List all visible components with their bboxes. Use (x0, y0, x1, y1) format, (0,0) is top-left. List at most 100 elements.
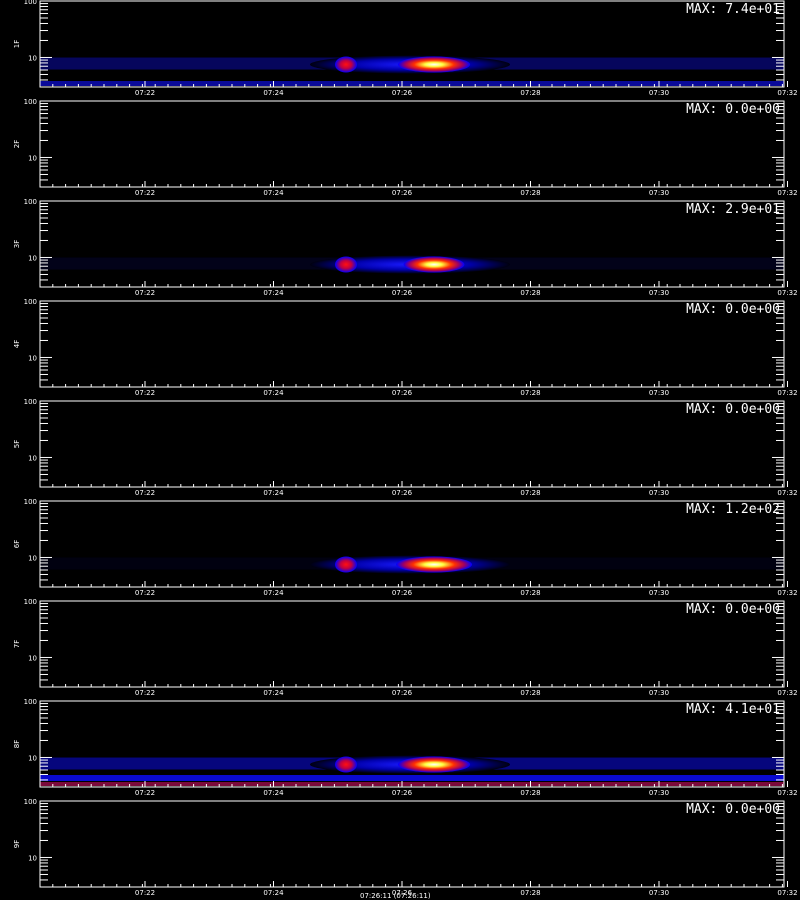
x-tick-label: 07:32 (777, 889, 797, 897)
y-tick-label: 10 (28, 854, 37, 862)
x-tick-label: 07:32 (777, 289, 797, 297)
x-tick-label: 07:32 (777, 189, 797, 197)
main-burst (397, 56, 471, 73)
max-label: MAX: 2.9e+01 (686, 202, 780, 217)
x-tick-label: 07:30 (649, 89, 669, 97)
low-band (40, 775, 784, 781)
x-tick-label: 07:32 (777, 689, 797, 697)
x-tick-label: 07:26 (392, 789, 413, 797)
panel-frame (39, 0, 785, 88)
y-tick-label: 10 (28, 754, 37, 762)
floor-band (40, 782, 784, 786)
x-tick-label: 07:22 (135, 89, 155, 97)
x-tick-label: 07:28 (520, 489, 540, 497)
y-tick-label: 10 (28, 54, 37, 62)
x-tick-label: 07:30 (649, 189, 669, 197)
x-tick-label: 07:24 (263, 89, 284, 97)
spectrogram-stack: 100 10 1F 07:22 07:24 07:26 07:28 07:30 07:32 MAX… (0, 0, 800, 900)
y-tick-label: 100 (24, 298, 37, 306)
panel-frame (39, 500, 785, 588)
x-tick-label: 07:24 (263, 889, 284, 897)
x-tick-label: 07:24 (263, 589, 284, 597)
x-tick-label: 07:26 (392, 389, 413, 397)
max-label: MAX: 0.0e+00 (686, 602, 780, 617)
y-tick-label: 100 (24, 598, 37, 606)
panel-frame (39, 400, 785, 488)
panel-ylabel: 5F (13, 440, 21, 448)
x-tick-label: 07:30 (649, 889, 669, 897)
y-tick-label: 100 (24, 698, 37, 706)
panel-ylabel: 7F (13, 640, 21, 648)
main-burst (397, 756, 471, 773)
y-tick-label: 10 (28, 554, 37, 562)
x-tick-label: 07:30 (649, 289, 669, 297)
panel-7F: 100 10 7F 07:22 07:24 07:26 07:28 07:30 07:32 MAX… (13, 598, 798, 697)
panel-frame (39, 600, 785, 688)
panel-9F: 100109F07:22 07:24 07:26 07:28 07:30 07:32MAX… (13, 798, 798, 897)
x-tick-label: 07:24 (263, 489, 284, 497)
max-label: MAX: 7.4e+01 (686, 2, 780, 17)
x-tick-label: 07:30 (649, 489, 669, 497)
y-tick-label: 100 (24, 498, 37, 506)
y-tick-label: 10 (28, 154, 37, 162)
max-label: MAX: 0.0e+00 (686, 102, 780, 117)
x-tick-label: 07:30 (649, 389, 669, 397)
y-tick-label: 100 (24, 198, 37, 206)
x-tick-label: 07:22 (135, 389, 155, 397)
x-tick-label: 07:22 (135, 489, 155, 497)
max-label: MAX: 1.2e+02 (686, 502, 780, 517)
minor-burst (335, 556, 357, 573)
y-tick-label: 100 (24, 398, 37, 406)
x-tick-label: 07:32 (777, 389, 797, 397)
x-tick-label: 07:22 (135, 189, 155, 197)
x-tick-label: 07:22 (135, 889, 155, 897)
y-tick-label: 10 (28, 354, 37, 362)
y-tick-label: 100 (24, 798, 37, 806)
x-tick-label: 07:22 (135, 289, 155, 297)
x-tick-label: 07:32 (777, 489, 797, 497)
panel-8F: 100 10 8F 07:22 07:24 07:26 07:28 07:30 07:32 MAX… (13, 698, 798, 797)
x-tick-label: 07:22 (135, 689, 155, 697)
x-tick-label: 07:24 (263, 389, 284, 397)
x-tick-label: 07:28 (520, 689, 540, 697)
x-tick-label: 07:30 (649, 689, 669, 697)
panel-frame (39, 700, 785, 788)
main-burst (396, 556, 472, 573)
x-tick-label: 07:28 (520, 889, 540, 897)
panel-2F: 100 10 2F 07:22 07:24 07:26 07:28 07:30 07:32 MAX… (13, 98, 798, 197)
bottom-caption: 07:26:11 (07:26:11) (360, 892, 431, 900)
x-tick-label: 07:26 (392, 589, 413, 597)
max-label: MAX: 0.0e+00 (686, 802, 780, 817)
panel-ylabel: 2F (13, 140, 21, 148)
x-tick-label: 07:32 (777, 789, 797, 797)
y-tick-label: 10 (28, 454, 37, 462)
minor-burst (335, 56, 357, 73)
x-tick-label: 07:28 (520, 589, 540, 597)
x-tick-label: 07:24 (263, 789, 284, 797)
panel-ylabel: 1F (13, 40, 21, 48)
x-tick-label: 07:22 (135, 789, 155, 797)
x-tick-label: 07:26 (392, 289, 413, 297)
x-tick-label: 07:24 (263, 289, 284, 297)
panel-ylabel: 9F (13, 840, 21, 848)
x-tick-label: 07:28 (520, 389, 540, 397)
panel-frame (39, 100, 785, 188)
x-tick-label: 07:26 (392, 89, 413, 97)
main-burst (403, 256, 465, 273)
max-label: MAX: 4.1e+01 (686, 702, 780, 717)
panel-6F: 100 10 6F 07:22 07:24 07:26 07:28 07:30 07:32 MAX… (13, 498, 798, 597)
max-label: MAX: 0.0e+00 (686, 302, 780, 317)
spectrogram-chart: 100 10 1F 07:22 07:24 07:26 07:28 07:30 07:32 MAX… (13, 0, 798, 897)
panel-ylabel: 8F (13, 740, 21, 748)
x-tick-label: 07:28 (520, 89, 540, 97)
panel-frame (39, 300, 785, 388)
panel-ylabel: 6F (13, 540, 21, 548)
panel-3F: 100 10 3F 07:22 07:24 07:26 07:28 07:30 07:32 MAX… (13, 198, 798, 297)
y-tick-label: 100 (24, 0, 37, 6)
minor-burst (335, 756, 357, 773)
x-tick-label: 07:30 (649, 789, 669, 797)
panel-ylabel: 3F (13, 240, 21, 248)
x-tick-label: 07:28 (520, 289, 540, 297)
floor-band (40, 81, 784, 86)
x-tick-label: 07:30 (649, 589, 669, 597)
